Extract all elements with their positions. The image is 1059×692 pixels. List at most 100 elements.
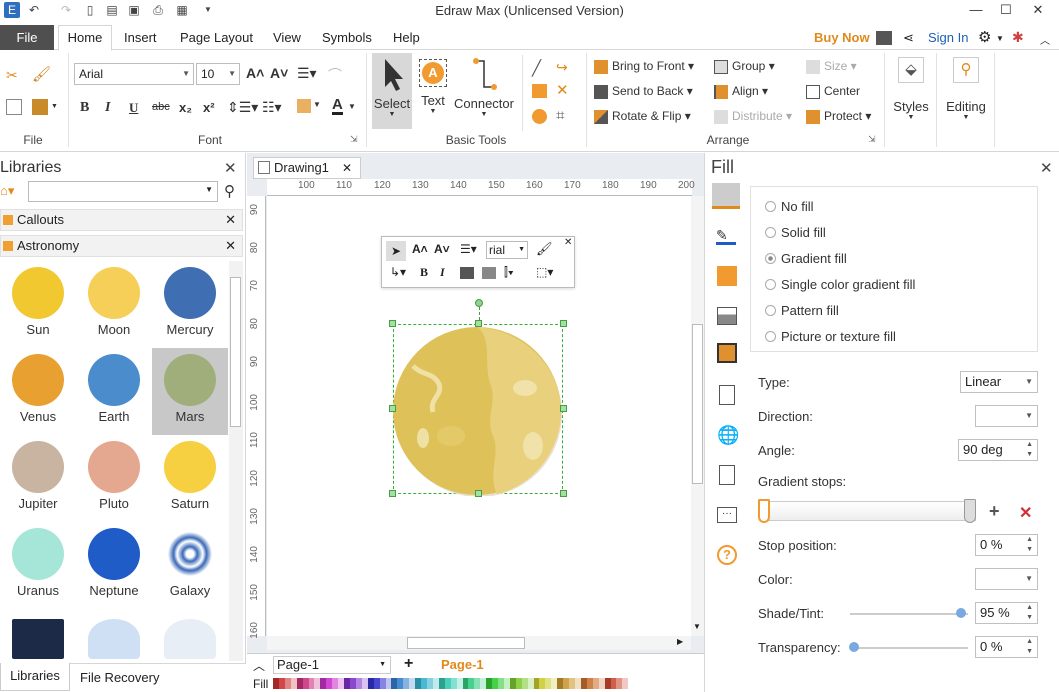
resize-handle-n[interactable]: [475, 320, 482, 327]
radio-single-color-gradient-fill[interactable]: Single color gradient fill: [765, 277, 915, 292]
radio-picture-texture-fill[interactable]: Picture or texture fill: [765, 329, 896, 344]
resize-handle-s[interactable]: [475, 490, 482, 497]
globe-icon[interactable]: 🌐: [717, 425, 739, 446]
resize-handle-sw[interactable]: [389, 490, 396, 497]
line-tool-icon[interactable]: ╱: [532, 59, 541, 77]
rectangle-tool-icon[interactable]: [532, 84, 547, 98]
select-tool-button[interactable]: Select ▼: [372, 53, 412, 129]
share-icon[interactable]: ⋖: [903, 30, 914, 46]
mini-send-back-icon[interactable]: [482, 267, 496, 279]
crop-tool-icon[interactable]: ⌗: [556, 107, 564, 124]
mini-bring-front-icon[interactable]: [460, 267, 474, 279]
page-select[interactable]: Page-1 ▼: [273, 656, 391, 674]
search-icon[interactable]: ⚲: [224, 182, 235, 200]
angle-stepper[interactable]: 90 deg ▲ ▼: [958, 439, 1038, 461]
mini-bold-icon[interactable]: B: [420, 265, 428, 280]
canvas-hscroll-thumb[interactable]: [407, 637, 525, 649]
italic-icon[interactable]: I: [105, 100, 110, 116]
mini-decrease-font-icon[interactable]: A˅: [434, 242, 450, 256]
scroll-down-icon[interactable]: ▼: [693, 622, 701, 631]
radio-pattern-fill[interactable]: Pattern fill: [765, 303, 839, 318]
buy-now-link[interactable]: Buy Now: [814, 30, 870, 45]
color-swatch[interactable]: [622, 678, 629, 689]
close-astronomy-icon[interactable]: ✕: [225, 236, 236, 256]
library-shape-uranus[interactable]: Uranus: [0, 522, 76, 609]
close-fill-panel-icon[interactable]: ✕: [1040, 159, 1053, 177]
mini-close-icon[interactable]: ✕: [564, 237, 572, 248]
tab-help[interactable]: Help: [393, 30, 420, 45]
font-color-dropdown-icon[interactable]: ▼: [348, 102, 356, 111]
bold-icon[interactable]: B: [80, 100, 89, 116]
minimize-icon[interactable]: —: [962, 0, 990, 20]
font-size-combo[interactable]: 10 ▼: [196, 63, 240, 85]
maximize-icon[interactable]: ☐: [992, 0, 1020, 20]
plugin-icon[interactable]: ✱: [1012, 29, 1024, 46]
bullets-icon[interactable]: ☷▾: [262, 99, 282, 116]
canvas-horizontal-scrollbar[interactable]: ▶: [267, 636, 691, 650]
subscript-icon[interactable]: x₂: [179, 100, 192, 115]
rotation-handle[interactable]: [475, 299, 483, 307]
moon-shape[interactable]: [393, 326, 565, 496]
library-shape-mars[interactable]: Mars: [152, 348, 228, 435]
notes-panel-icon[interactable]: [719, 465, 735, 485]
layer-panel-icon[interactable]: [717, 343, 737, 363]
tab-file-recovery[interactable]: File Recovery: [80, 670, 159, 685]
arrange-dialog-launcher-icon[interactable]: ⇲: [868, 134, 876, 145]
scroll-right-icon[interactable]: ▶: [677, 637, 683, 646]
transparency-stepper[interactable]: 0 % ▲ ▼: [975, 636, 1038, 658]
resize-handle-e[interactable]: [560, 405, 567, 412]
library-shape-jupiter[interactable]: Jupiter: [0, 435, 76, 522]
cut-icon[interactable]: ✂: [6, 67, 24, 83]
shade-tint-stepper[interactable]: 95 % ▲ ▼: [975, 602, 1038, 624]
resize-handle-w[interactable]: [389, 405, 396, 412]
library-scrollbar[interactable]: [229, 261, 243, 661]
gradient-stop-right[interactable]: [964, 499, 976, 523]
mini-style-icon[interactable]: ⬚▾: [536, 265, 553, 279]
decrease-font-icon[interactable]: A˅: [270, 65, 288, 81]
close-window-icon[interactable]: ✕: [1024, 0, 1052, 20]
shadow-panel-icon[interactable]: [717, 266, 737, 286]
transparency-slider-thumb[interactable]: [849, 642, 859, 652]
mini-font-combo[interactable]: rial ▼: [486, 241, 528, 259]
mini-format-painter-icon[interactable]: 🖌: [536, 241, 553, 257]
tab-insert[interactable]: Insert: [124, 30, 157, 45]
satellite-icon[interactable]: [164, 619, 216, 659]
rocket-icon[interactable]: [88, 619, 140, 659]
distribute-button[interactable]: Distribute ▾: [714, 109, 792, 124]
add-page-icon[interactable]: +: [404, 655, 413, 673]
document-tab[interactable]: Drawing1 ✕: [253, 157, 361, 179]
ellipse-tool-icon[interactable]: [532, 109, 547, 124]
editing-button[interactable]: ⚲ Editing ▼: [944, 57, 988, 137]
text-wrap-icon[interactable]: ⌒: [328, 65, 342, 85]
size-button[interactable]: Size ▾: [806, 59, 857, 74]
library-shape-pluto[interactable]: Pluto: [76, 435, 152, 522]
page-panel-icon[interactable]: [719, 385, 735, 405]
type-select[interactable]: Linear ▼: [960, 371, 1038, 393]
close-document-icon[interactable]: ✕: [342, 158, 352, 178]
close-callouts-icon[interactable]: ✕: [225, 210, 236, 230]
protect-button[interactable]: Protect ▾: [806, 109, 871, 124]
text-align-icon[interactable]: ☰▾: [297, 65, 317, 82]
paste-dropdown-icon[interactable]: ▼: [51, 103, 58, 110]
highlight-dropdown-icon[interactable]: ▼: [313, 100, 321, 109]
cart-icon[interactable]: [876, 31, 892, 45]
mini-connector-icon[interactable]: ↳▾: [390, 265, 406, 279]
color-swatches[interactable]: [273, 678, 629, 689]
mini-align-icon[interactable]: ☰▾: [460, 242, 477, 256]
library-shape-galaxy[interactable]: Galaxy: [152, 522, 228, 609]
align-button[interactable]: Align ▾: [714, 84, 768, 99]
library-shape-mercury[interactable]: Mercury: [152, 261, 228, 348]
superscript-icon[interactable]: x²: [203, 100, 215, 115]
font-color-icon[interactable]: A: [332, 97, 343, 115]
fill-panel-icon[interactable]: [712, 183, 740, 209]
increase-font-icon[interactable]: A˄: [246, 65, 264, 81]
shade-slider-track[interactable]: [850, 613, 968, 615]
rotate-flip-button[interactable]: Rotate & Flip ▾: [594, 109, 691, 124]
text-tool-button[interactable]: A Text ▼: [416, 53, 450, 129]
library-shape-saturn[interactable]: Saturn: [152, 435, 228, 522]
mini-increase-font-icon[interactable]: A˄: [412, 242, 428, 256]
resize-handle-ne[interactable]: [560, 320, 567, 327]
tab-home[interactable]: Home: [58, 25, 112, 51]
styles-button[interactable]: ⬙ Styles ▼: [892, 57, 930, 137]
transparency-slider-track[interactable]: [850, 647, 968, 649]
